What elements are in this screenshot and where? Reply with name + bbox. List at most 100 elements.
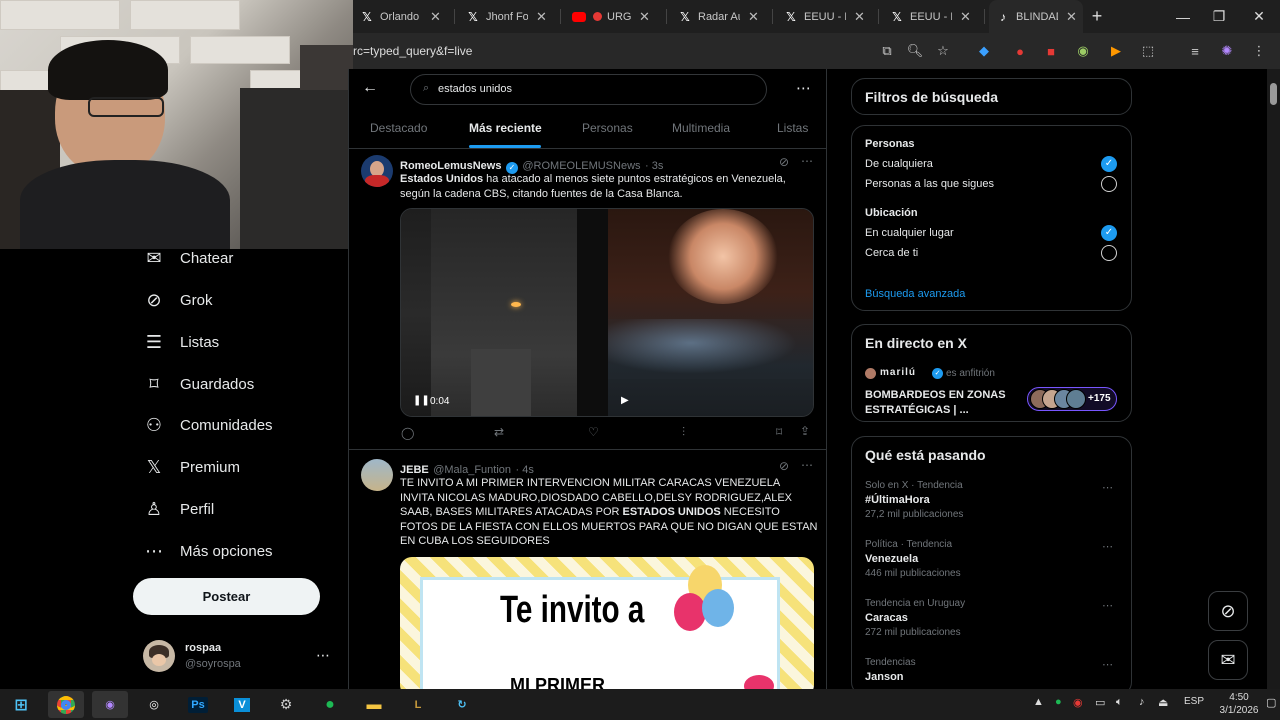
repost-icon[interactable]: ⇄ [494, 425, 504, 439]
close-icon[interactable]: ✕ [1066, 9, 1077, 25]
tweet-avatar[interactable] [361, 459, 393, 491]
account-avatar[interactable] [143, 640, 175, 672]
bookmark-icon[interactable]: ⌑ [776, 425, 782, 439]
tray-expand-icon[interactable]: ▲ [1033, 696, 1044, 708]
trend-more-icon[interactable]: ⋯ [1102, 481, 1113, 494]
close-icon[interactable]: ✕ [854, 9, 865, 25]
trend-item[interactable]: Tendencia en Uruguay Caracas 272 mil pub… [865, 598, 1125, 648]
windows-start-icon[interactable]: ⊞ [3, 691, 39, 718]
back-arrow-icon[interactable]: ← [362, 79, 378, 97]
tab-latest[interactable]: Más reciente [469, 121, 542, 135]
browser-tab[interactable]: URGE ✕ [565, 0, 656, 33]
tweet-more-icon[interactable]: ⋯ [801, 154, 813, 168]
minimize-icon[interactable]: — [1165, 0, 1201, 33]
restore-icon[interactable]: ❐ [1201, 0, 1237, 33]
photoshop-icon[interactable]: Ps [180, 691, 216, 718]
media-control-icon[interactable]: ≡ [1185, 41, 1205, 61]
extension-video-icon[interactable]: ■ [1041, 41, 1061, 61]
close-icon[interactable]: ✕ [639, 9, 650, 25]
extension-red-icon[interactable]: ● [1010, 41, 1030, 61]
tweet-author-handle[interactable]: @Mala_Funtion [433, 464, 511, 476]
tray-language[interactable]: ESP [1184, 696, 1204, 707]
new-tab-icon[interactable]: + [1079, 0, 1115, 33]
browser-tab[interactable]: 𝕏 Orlando ✕ [353, 0, 447, 33]
like-icon[interactable]: ♡ [588, 425, 599, 439]
nav-item-bookmarks[interactable]: ⌑ Guardados [143, 369, 254, 399]
trend-more-icon[interactable]: ⋯ [1102, 658, 1113, 671]
window-close-icon[interactable]: ✕ [1241, 0, 1277, 33]
tray-spotify-icon[interactable]: ● [1055, 696, 1062, 708]
extension-green-icon[interactable]: ◉ [1073, 41, 1093, 61]
filter-option-anyone[interactable]: De cualquiera [865, 158, 933, 170]
trend-item[interactable]: Política · Tendencia Venezuela 446 mil p… [865, 539, 1125, 589]
tweet-avatar[interactable] [361, 155, 393, 187]
tab-media[interactable]: Multimedia [672, 121, 730, 135]
extension-play-icon[interactable]: ▶ [1106, 41, 1126, 61]
tweet-author-handle[interactable]: @ROMEOLEMUSNews [522, 160, 640, 172]
filter-option-near-you[interactable]: Cerca de ti [865, 247, 918, 259]
search-more-icon[interactable]: ⋯ [796, 79, 811, 97]
grok-float-icon[interactable]: ⊘ [1208, 591, 1248, 631]
views-icon[interactable]: ⫶ [682, 425, 685, 440]
radio-anywhere-checked-icon[interactable]: ✓ [1101, 225, 1117, 241]
zoom-icon[interactable]: 🔍︎ [905, 41, 925, 61]
account-menu-icon[interactable]: ⋯ [316, 647, 330, 664]
tab-featured[interactable]: Destacado [370, 121, 427, 135]
browser-tab[interactable]: 𝕏 EEUU - B ✕ [777, 0, 871, 33]
tray-usb-icon[interactable]: ⏏ [1158, 696, 1168, 709]
tray-mic-icon[interactable]: ♪ [1139, 696, 1145, 708]
browser-tab[interactable]: 𝕏 EEUU - B ✕ [883, 0, 977, 33]
nav-item-premium[interactable]: 𝕏 Premium [143, 452, 240, 482]
tweet-time[interactable]: · 4s [515, 464, 533, 476]
close-icon[interactable]: ✕ [748, 9, 759, 25]
tab-people[interactable]: Personas [582, 121, 633, 135]
trend-more-icon[interactable]: ⋯ [1102, 540, 1113, 553]
file-explorer-icon[interactable]: ▬ [356, 691, 392, 718]
translate-extension-icon[interactable]: ◆ [974, 41, 994, 61]
filter-option-anywhere[interactable]: En cualquier lugar [865, 227, 954, 239]
discord-icon[interactable]: ◉ [92, 691, 128, 718]
profile-avatar-icon[interactable]: ✺ [1217, 41, 1237, 61]
nav-item-communities[interactable]: ⚇ Comunidades [143, 410, 273, 440]
radio-following-icon[interactable] [1101, 176, 1117, 192]
trend-item[interactable]: Tendencias Janson [865, 657, 1125, 693]
trend-item[interactable]: Solo en X · Tendencia #ÚltimaHora 27,2 m… [865, 480, 1125, 530]
messages-float-icon[interactable]: ✉ [1208, 640, 1248, 680]
league-icon[interactable]: L [400, 691, 436, 718]
spotify-icon[interactable]: ● [312, 691, 348, 718]
browser-menu-icon[interactable]: ⋮ [1249, 41, 1269, 61]
close-icon[interactable]: ✕ [536, 9, 547, 25]
live-headline[interactable]: BOMBARDEOS EN ZONAS ESTRATÉGICAS | ... [865, 388, 1006, 418]
tab-lists[interactable]: Listas [777, 121, 808, 135]
grok-explain-icon[interactable]: ⊘ [779, 155, 789, 169]
chrome-icon[interactable] [48, 691, 84, 718]
tweet-more-icon[interactable]: ⋯ [801, 458, 813, 472]
scrollbar-thumb[interactable] [1270, 83, 1277, 105]
sync-app-icon[interactable]: ↻ [444, 691, 480, 718]
tweet[interactable]: JEBE @Mala_Funtion · 4s ⊘ ⋯ TE INVITO A … [349, 450, 826, 689]
share-icon[interactable]: ⇪ [800, 424, 810, 438]
vegas-icon[interactable]: V [224, 691, 260, 718]
nav-item-grok[interactable]: ⊘ Grok [143, 285, 212, 315]
tweet-author-name[interactable]: RomeoLemusNews [400, 160, 501, 172]
reply-icon[interactable]: ◯ [401, 426, 414, 440]
browser-tab-active[interactable]: ♪ BLINDAD ✕ [989, 0, 1083, 33]
filter-option-following[interactable]: Personas a las que sigues [865, 178, 994, 190]
nav-item-lists[interactable]: ☰ Listas [143, 327, 219, 357]
host-name[interactable]: marilú [880, 367, 916, 378]
close-icon[interactable]: ✕ [960, 9, 971, 25]
grok-explain-icon[interactable]: ⊘ [779, 459, 789, 473]
extensions-puzzle-icon[interactable]: ⬚ [1138, 41, 1158, 61]
tweet-image[interactable]: Te invito a MI PRIMER [400, 557, 814, 689]
tray-clock[interactable]: 4:50 3/1/2026 [1215, 691, 1263, 717]
notifications-icon[interactable]: ▢ [1266, 696, 1276, 709]
tweet[interactable]: RomeoLemusNews ✓ @ROMEOLEMUSNews · 3s ⊘ … [349, 149, 826, 449]
install-app-icon[interactable]: ⧉ [877, 41, 897, 61]
page-scrollbar[interactable] [1267, 69, 1280, 689]
radio-anyone-checked-icon[interactable]: ✓ [1101, 156, 1117, 172]
nav-item-more[interactable]: ⋯ Más opciones [143, 536, 273, 566]
tweet-time[interactable]: · 3s [645, 160, 663, 172]
tray-volume-icon[interactable]: 🔈︎ [1116, 696, 1123, 709]
nav-item-chat[interactable]: ✉ Chatear [143, 243, 233, 273]
trend-more-icon[interactable]: ⋯ [1102, 599, 1113, 612]
